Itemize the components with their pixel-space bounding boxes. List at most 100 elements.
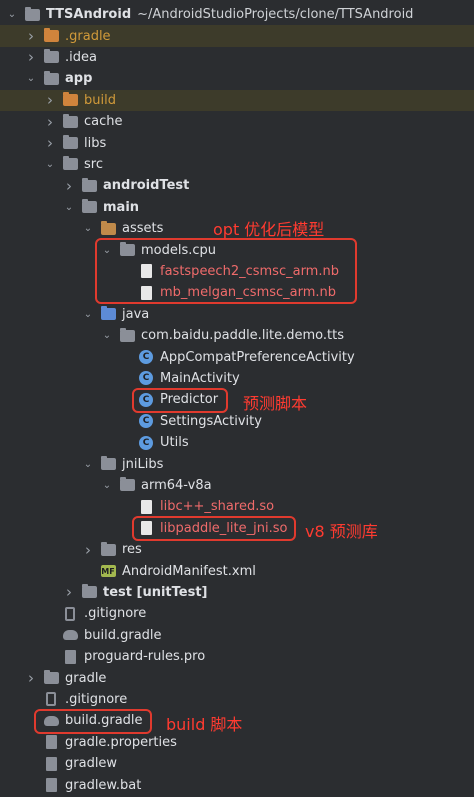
tree-item-label: main [103,199,140,215]
tree-item-proguard-rules-pro[interactable]: proguard-rules.pro [0,646,474,667]
folder-icon [119,327,135,344]
tree-item-libs[interactable]: › libs [0,132,474,153]
folder-icon [62,113,78,130]
file-icon [43,734,59,750]
chevron-right-icon[interactable]: › [63,583,75,601]
tree-item-label: proguard-rules.pro [84,649,206,665]
highlight-box-build-gradle [34,709,152,734]
annotation-v8: v8 预测库 [305,522,378,541]
file-icon [43,756,59,772]
chevron-right-icon[interactable]: › [63,177,75,195]
tree-item-label: TTSAndroid [46,7,132,23]
tree-item-predictor[interactable]: C Predictor [0,389,474,410]
chevron-down-icon[interactable]: ⌄ [25,73,37,85]
tree-item-label: res [122,542,142,558]
tree-item-label: androidTest [103,178,190,194]
tree-item-java[interactable]: ⌄ java [0,304,474,325]
chevron-down-icon[interactable]: ⌄ [82,308,94,320]
folder-icon [43,49,59,65]
tree-item-utils[interactable]: C Utils [0,432,474,453]
tree-item-mainactivity[interactable]: C MainActivity [0,368,474,389]
file-icon [138,499,154,515]
chevron-right-icon[interactable]: › [82,541,94,559]
chevron-right-icon[interactable]: › [25,27,37,45]
file-icon [62,649,78,665]
folder-icon [62,135,78,151]
chevron-down-icon[interactable]: ⌄ [82,223,94,235]
tree-item-src[interactable]: ⌄ src [0,154,474,175]
tree-item-gitignore[interactable]: .gitignore [0,603,474,624]
tree-item-label: MainActivity [160,370,240,386]
folder-icon [81,199,97,215]
tree-item-cache[interactable]: › cache [0,111,474,132]
tree-item-gitignore[interactable]: .gitignore [0,689,474,710]
tree-item-build[interactable]: › build [0,89,474,111]
tree-item-label: com.baidu.paddle.lite.demo.tts [141,328,345,344]
tree-item-jnilibs[interactable]: ⌄ jniLibs [0,453,474,474]
java-class-icon: C [138,370,154,386]
tree-item-androidmanifest-xml[interactable]: MF AndroidManifest.xml [0,560,474,581]
chevron-down-icon[interactable]: ⌄ [82,458,94,470]
tree-item-label: build.gradle [84,627,162,643]
folder-icon [100,456,116,472]
project-path: ~/AndroidStudioProjects/clone/TTSAndroid [137,7,414,23]
java-class-icon: C [138,413,154,429]
chevron-down-icon[interactable]: ⌄ [44,158,56,170]
tree-item-label: build [84,92,116,108]
annotation-predictor: 预测脚本 [243,394,308,413]
chevron-right-icon[interactable]: › [44,113,56,131]
chevron-right-icon[interactable]: › [25,669,37,687]
tree-item-test-unittest[interactable]: › test [unitTest] [0,582,474,603]
tree-item-idea[interactable]: › .idea [0,47,474,68]
tree-item-libc-shared-so[interactable]: libc++_shared.so [0,496,474,517]
chevron-right-icon[interactable]: › [25,48,37,66]
folder-icon [100,541,116,558]
tree-item-ttsandroid[interactable]: ⌄ TTSAndroid ~/AndroidStudioProjects/clone… [0,4,474,25]
chevron-down-icon[interactable]: ⌄ [63,201,75,213]
chevron-down-icon[interactable]: ⌄ [101,479,113,491]
chevron-right-icon[interactable]: › [44,91,56,109]
tree-item-settingsactivity[interactable]: C SettingsActivity [0,411,474,432]
tree-item-label: cache [84,114,123,130]
folder-icon [24,6,40,23]
folder-icon [81,584,97,600]
manifest-icon: MF [100,565,116,578]
tree-item-com-baidu-paddle-lite-demo-tts[interactable]: ⌄ com.baidu.paddle.lite.demo.tts [0,325,474,346]
tree-item-label: gradle.properties [65,734,177,750]
gitignore-icon [43,691,59,707]
highlight-box-predictor [132,388,228,413]
tree-item-main[interactable]: ⌄ main [0,197,474,218]
tree-item-label: AndroidManifest.xml [122,563,256,579]
folder-icon [43,670,59,686]
folder-icon [62,156,78,172]
tree-item-res[interactable]: › res [0,539,474,560]
tree-item-label: .gradle [65,28,111,44]
tree-item-gradlew-bat[interactable]: gradlew.bat [0,774,474,795]
excluded-folder-icon [62,92,78,108]
tree-item-label: libc++_shared.so [160,499,275,515]
source-folder-icon [100,306,116,322]
tree-item-arm64-v8a[interactable]: ⌄ arm64-v8a [0,475,474,496]
tree-item-app[interactable]: ⌄ app [0,68,474,89]
annotation-opt: opt 优化后模型 [213,220,325,239]
tree-item-label: .gitignore [65,691,128,707]
chevron-down-icon[interactable]: ⌄ [6,9,18,21]
highlight-box-jni [132,516,296,541]
tree-item-label: jniLibs [122,456,164,472]
chevron-right-icon[interactable]: › [44,134,56,152]
tree-item-label: Utils [160,435,189,451]
folder-icon [43,70,59,87]
tree-item-label: app [65,71,93,87]
excluded-folder-icon [43,28,59,44]
assets-folder-icon [100,220,116,237]
chevron-down-icon[interactable]: ⌄ [101,330,113,342]
tree-item-appcompatpreferenceactivity[interactable]: C AppCompatPreferenceActivity [0,346,474,367]
tree-item-androidtest[interactable]: › androidTest [0,175,474,196]
tree-item-gradlew[interactable]: gradlew [0,753,474,774]
highlight-box-models [95,238,357,304]
tree-item-gradle[interactable]: › gradle [0,667,474,688]
tree-item-gradle[interactable]: › .gradle [0,25,474,47]
tree-item-label: test [unitTest] [103,584,208,600]
tree-item-label: .gitignore [84,606,147,622]
tree-item-build-gradle[interactable]: build.gradle [0,625,474,646]
